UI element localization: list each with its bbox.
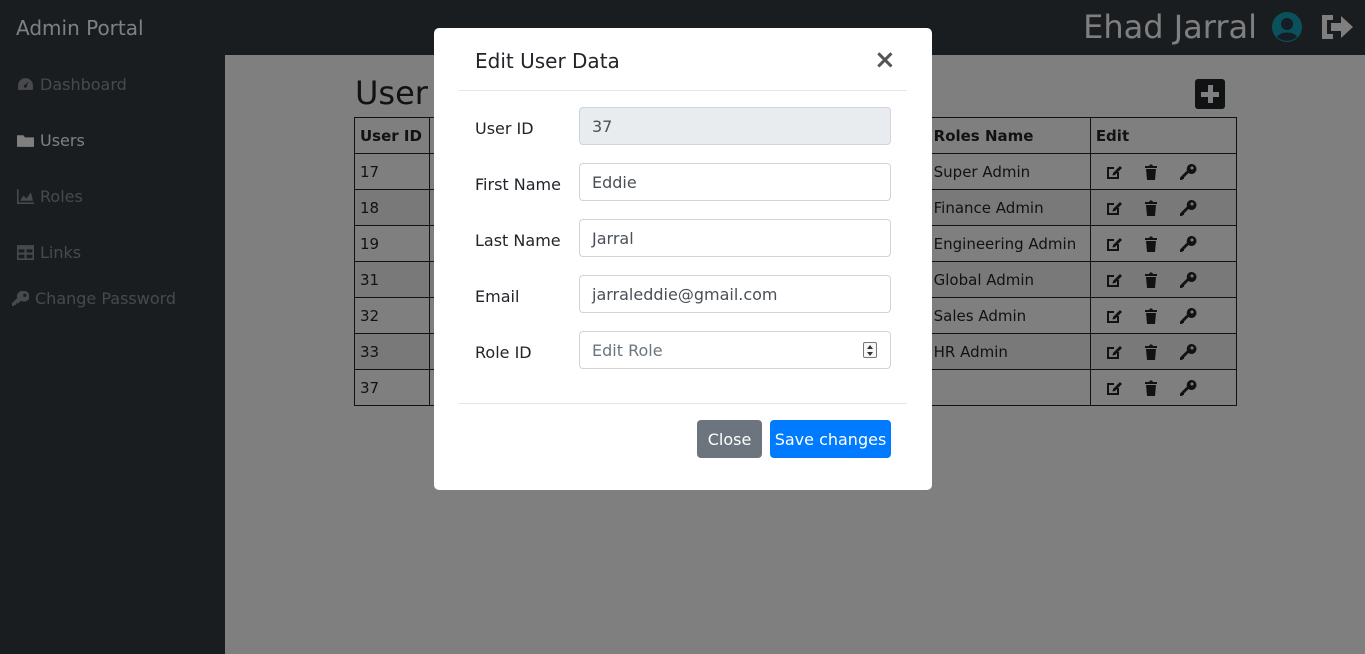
last-name-label: Last Name [475, 231, 561, 250]
last-name-field[interactable]: Jarral [579, 219, 891, 257]
first-name-field[interactable]: Eddie [579, 163, 891, 201]
user-id-field: 37 [579, 107, 891, 145]
save-changes-button[interactable]: Save changes [770, 420, 891, 458]
first-name-label: First Name [475, 175, 561, 194]
modal-title: Edit User Data [475, 49, 620, 73]
role-id-label: Role ID [475, 343, 532, 362]
edit-user-modal: Edit User Data × User ID 37 First Name E… [434, 28, 932, 490]
modal-header-divider [459, 90, 907, 91]
close-icon[interactable]: × [874, 45, 896, 75]
modal-footer-divider [459, 403, 907, 404]
close-button[interactable]: Close [697, 420, 762, 458]
email-label: Email [475, 287, 520, 306]
role-id-field[interactable]: Edit Role [579, 331, 891, 369]
email-value: jarraleddie@gmail.com [592, 284, 778, 304]
last-name-value: Jarral [592, 228, 634, 248]
first-name-value: Eddie [592, 172, 637, 192]
email-field[interactable]: jarraleddie@gmail.com [579, 275, 891, 313]
number-spinner-icon[interactable] [863, 342, 877, 358]
user-id-label: User ID [475, 119, 534, 138]
role-id-placeholder: Edit Role [592, 340, 663, 360]
user-id-value: 37 [592, 116, 613, 136]
